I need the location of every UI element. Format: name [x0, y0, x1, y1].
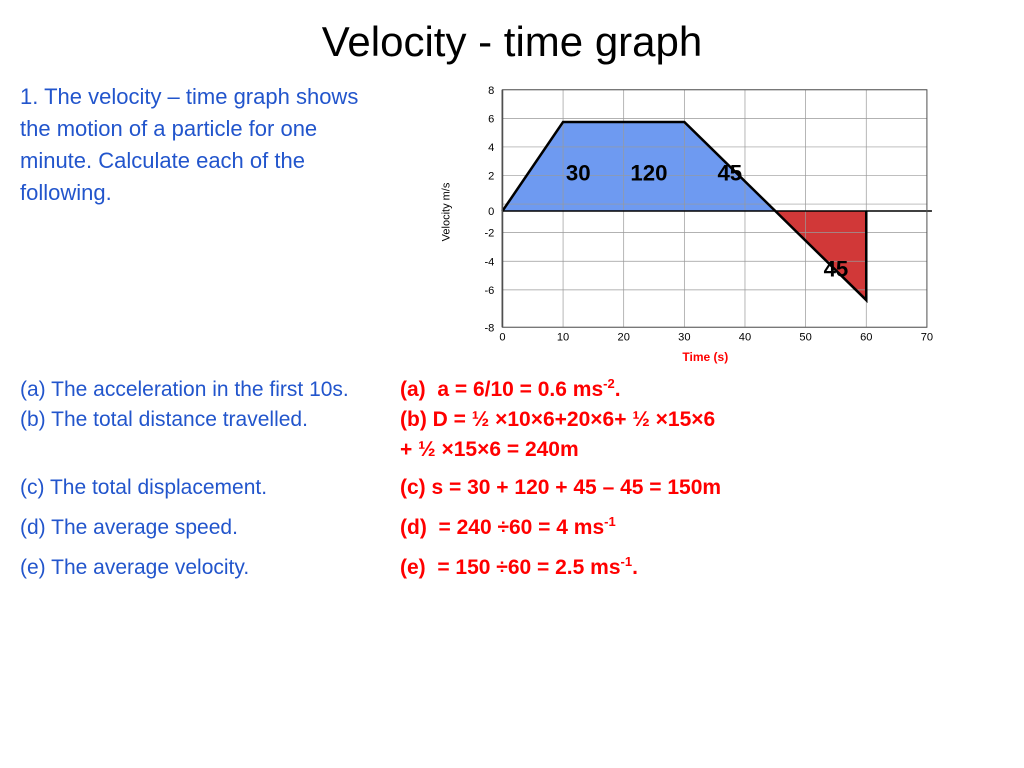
question-d: (d) The average speed.	[20, 516, 400, 540]
answer-d: (d) = 240 ÷60 = 4 ms-1	[400, 514, 616, 540]
svg-text:120: 120	[630, 161, 667, 186]
svg-text:30: 30	[678, 331, 690, 341]
qa-row-b2: + ½ ×15×6 = 240m	[20, 438, 1004, 462]
svg-text:45: 45	[824, 257, 849, 282]
svg-text:0: 0	[499, 331, 505, 341]
answer-e: (e) = 150 ÷60 = 2.5 ms-1.	[400, 554, 638, 580]
svg-text:4: 4	[488, 142, 494, 154]
svg-text:-2: -2	[484, 228, 494, 240]
answer-b: (b) D = ½ ×10×6+20×6+ ½ ×15×6	[400, 408, 715, 432]
answer-c: (c) s = 30 + 120 + 45 – 45 = 150m	[400, 476, 721, 500]
svg-text:50: 50	[799, 331, 811, 341]
x-axis-label: Time (s)	[682, 350, 728, 364]
qa-section: (a) The acceleration in the first 10s. (…	[0, 376, 1024, 580]
qa-row-b: (b) The total distance travelled. (b) D …	[20, 408, 1004, 432]
svg-text:-8: -8	[484, 322, 494, 334]
svg-text:2: 2	[488, 171, 494, 183]
svg-text:30: 30	[566, 161, 591, 186]
svg-text:45: 45	[717, 161, 742, 186]
svg-text:20: 20	[618, 331, 630, 341]
y-axis-label: Velocity m/s	[440, 183, 452, 242]
svg-text:10: 10	[557, 331, 569, 341]
svg-text:-6: -6	[484, 285, 494, 297]
svg-text:60: 60	[860, 331, 872, 341]
qa-row-e: (e) The average velocity. (e) = 150 ÷60 …	[20, 554, 1004, 580]
top-section: 1. The velocity – time graph shows the m…	[0, 76, 1024, 366]
svg-text:0: 0	[488, 206, 494, 218]
question-b: (b) The total distance travelled.	[20, 408, 400, 432]
graph-area: Velocity m/s	[427, 76, 947, 366]
qa-row-d: (d) The average speed. (d) = 240 ÷60 = 4…	[20, 514, 1004, 540]
answer-b2: + ½ ×15×6 = 240m	[20, 438, 579, 462]
qa-row-c: (c) The total displacement. (c) s = 30 +…	[20, 476, 1004, 500]
svg-text:70: 70	[921, 331, 933, 341]
svg-text:6: 6	[488, 113, 494, 125]
page-title: Velocity - time graph	[0, 0, 1024, 76]
svg-text:-4: -4	[484, 256, 494, 268]
svg-text:40: 40	[739, 331, 751, 341]
question-c: (c) The total displacement.	[20, 476, 400, 500]
qa-row-a: (a) The acceleration in the first 10s. (…	[20, 376, 1004, 402]
question-a: (a) The acceleration in the first 10s.	[20, 378, 400, 402]
description-text: 1. The velocity – time graph shows the m…	[20, 76, 360, 209]
graph-svg: 8 6 4 2 0 -2 -4 -6 -8 0 10 20 30 40 50 6…	[462, 76, 937, 341]
question-e: (e) The average velocity.	[20, 556, 400, 580]
graph-container: Velocity m/s	[370, 76, 1004, 366]
answer-a: (a) a = 6/10 = 0.6 ms-2.	[400, 376, 621, 402]
svg-text:8: 8	[488, 85, 494, 97]
